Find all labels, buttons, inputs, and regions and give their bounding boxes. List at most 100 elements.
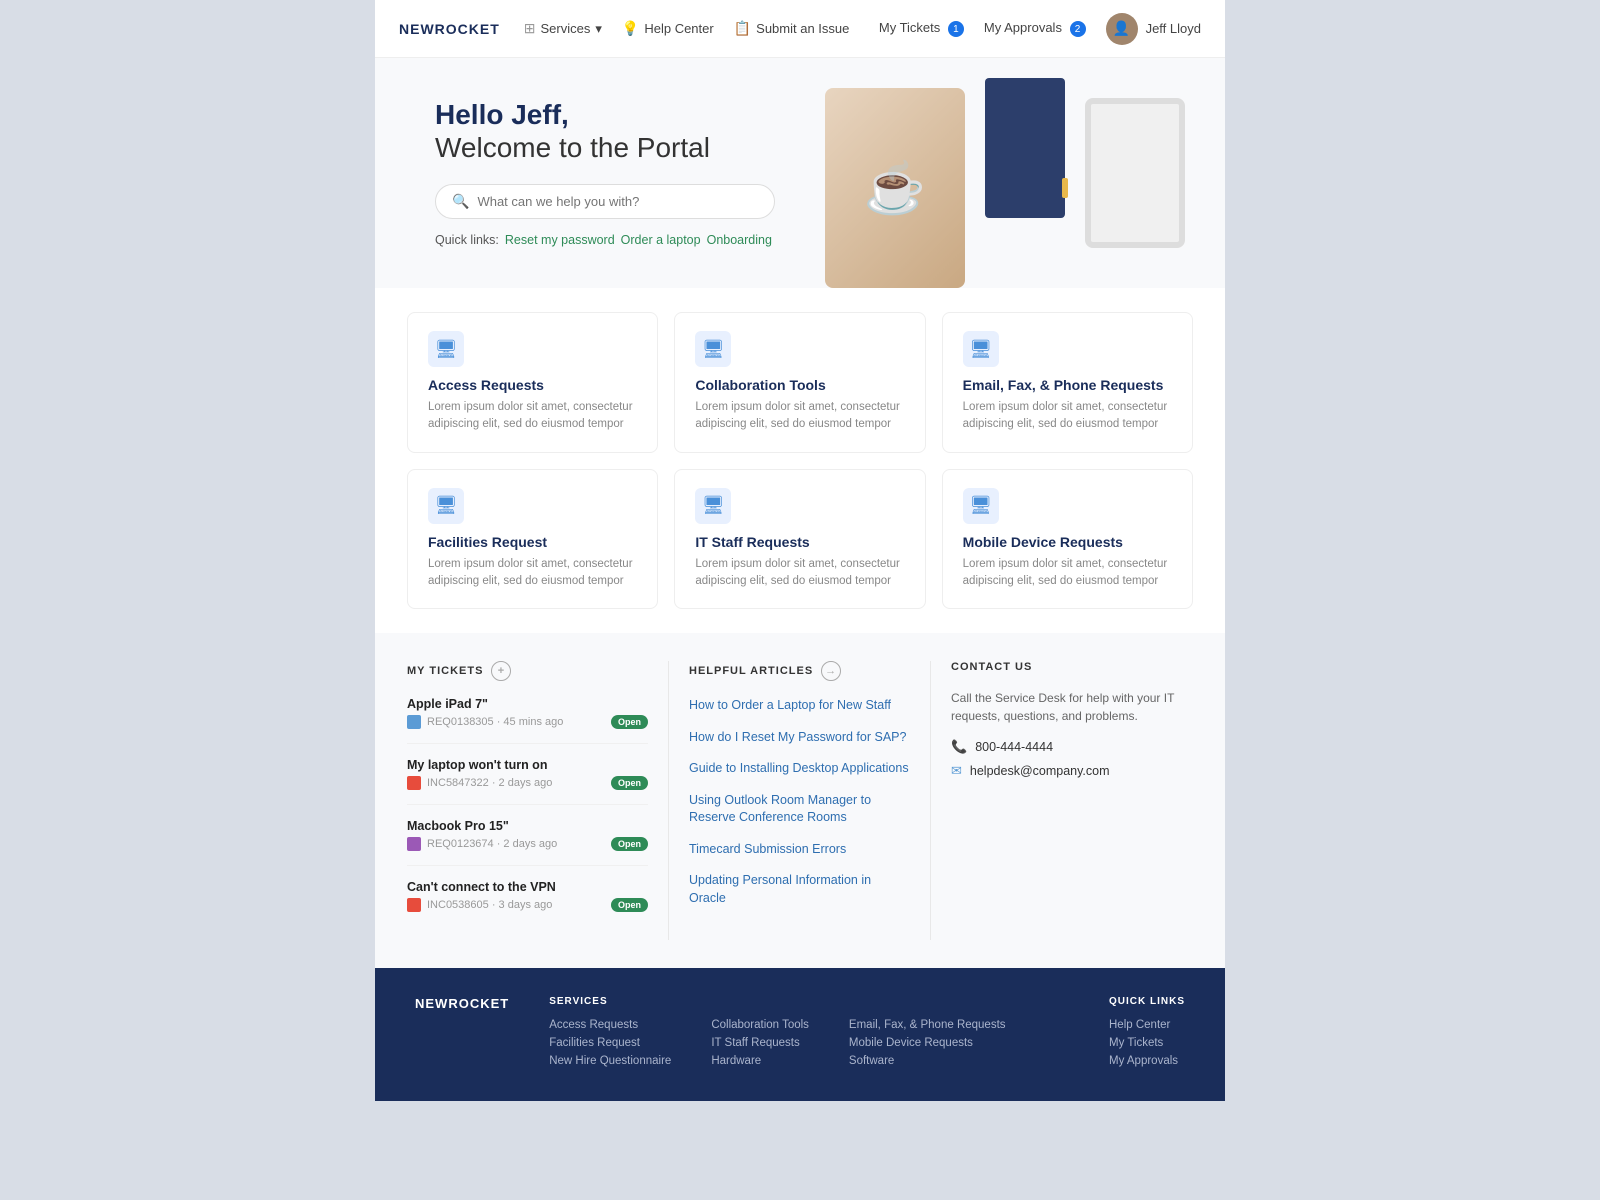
help-center-nav-link[interactable]: 💡 Help Center [622, 20, 714, 37]
ticket-title: Macbook Pro 15" [407, 819, 648, 833]
brand-logo[interactable]: NEWROCKET [399, 21, 500, 37]
service-card-collaboration-tools[interactable]: 🖥 Collaboration Tools Lorem ipsum dolor … [674, 312, 925, 453]
ticket-item[interactable]: Apple iPad 7" REQ0138305 · 45 mins ago O… [407, 697, 648, 744]
email-fax-phone-icon: 🖥 [963, 331, 999, 367]
it-staff-requests-title: IT Staff Requests [695, 534, 904, 550]
article-link[interactable]: How do I Reset My Password for SAP? [689, 729, 910, 747]
article-link[interactable]: How to Order a Laptop for New Staff [689, 697, 910, 715]
my-tickets-section: MY TICKETS + Apple iPad 7" REQ0138305 · … [407, 661, 669, 940]
hero-hand-image: ☕ [825, 88, 965, 288]
services-grid: 🖥 Access Requests Lorem ipsum dolor sit … [407, 312, 1193, 609]
avatar: 👤 [1106, 13, 1138, 45]
mobile-device-requests-desc: Lorem ipsum dolor sit amet, consectetur … [963, 556, 1172, 591]
bottom-section: MY TICKETS + Apple iPad 7" REQ0138305 · … [375, 633, 1225, 968]
footer-quick-links-title: QUICK LINKS [1109, 996, 1185, 1007]
hero-tablet-image [1085, 98, 1185, 248]
service-card-facilities-request[interactable]: 🖥 Facilities Request Lorem ipsum dolor s… [407, 469, 658, 610]
ticket-status-badge: Open [611, 776, 648, 790]
footer-services-title: SERVICES [549, 996, 671, 1007]
footer-link[interactable]: Email, Fax, & Phone Requests [849, 1019, 1006, 1031]
footer-services-col3: Email, Fax, & Phone Requests Mobile Devi… [849, 996, 1006, 1073]
footer-link[interactable]: Hardware [711, 1055, 809, 1067]
services-nav-link[interactable]: ⊞ Services ▾ [524, 20, 602, 37]
email-icon: ✉ [951, 763, 962, 779]
ticket-meta: INC0538605 · 3 days ago Open [407, 898, 648, 912]
article-link-outlook-room[interactable]: Using Outlook Room Manager to Reserve Co… [689, 792, 910, 827]
helpful-articles-title: HELPFUL ARTICLES → [689, 661, 910, 681]
tickets-badge: 1 [948, 21, 964, 37]
hero-notebook-image [985, 78, 1065, 218]
chevron-down-icon: ▾ [595, 21, 602, 37]
article-link[interactable]: Guide to Installing Desktop Applications [689, 760, 910, 778]
user-name: Jeff Lloyd [1146, 21, 1201, 36]
help-icon: 💡 [622, 20, 639, 37]
hero-images: ☕ [825, 68, 1185, 288]
footer-link[interactable]: Collaboration Tools [711, 1019, 809, 1031]
quick-link-reset-password[interactable]: Reset my password [505, 233, 615, 247]
contact-description: Call the Service Desk for help with your… [951, 689, 1193, 725]
nav-links: ⊞ Services ▾ 💡 Help Center 📋 Submit an I… [524, 20, 879, 37]
footer-quick-link[interactable]: My Approvals [1109, 1055, 1185, 1067]
submit-icon: 📋 [734, 20, 751, 37]
logo-text: NEWROCKET [399, 21, 500, 37]
footer-inner: NEWROCKET SERVICES Access Requests Facil… [415, 996, 1185, 1073]
ticket-meta: REQ0123674 · 2 days ago Open [407, 837, 648, 851]
facilities-request-icon: 🖥 [428, 488, 464, 524]
footer-quick-link[interactable]: My Tickets [1109, 1037, 1185, 1049]
search-icon: 🔍 [452, 193, 469, 210]
footer-services-col: SERVICES Access Requests Facilities Requ… [549, 996, 671, 1073]
mobile-device-requests-icon: 🖥 [963, 488, 999, 524]
ticket-id: INC0538605 · 3 days ago [407, 898, 552, 912]
submit-issue-nav-link[interactable]: 📋 Submit an Issue [734, 20, 850, 37]
footer-quick-link[interactable]: Help Center [1109, 1019, 1185, 1031]
service-card-access-requests[interactable]: 🖥 Access Requests Lorem ipsum dolor sit … [407, 312, 658, 453]
footer-quick-links: QUICK LINKS Help Center My Tickets My Ap… [1109, 996, 1185, 1073]
article-link[interactable]: Updating Personal Information in Oracle [689, 872, 910, 907]
quick-link-onboarding[interactable]: Onboarding [707, 233, 772, 247]
tickets-add-icon[interactable]: + [491, 661, 511, 681]
email-fax-phone-title: Email, Fax, & Phone Requests [963, 377, 1172, 393]
ticket-status-badge: Open [611, 715, 648, 729]
footer: NEWROCKET SERVICES Access Requests Facil… [375, 968, 1225, 1101]
search-bar[interactable]: 🔍 [435, 184, 775, 219]
user-menu[interactable]: 👤 Jeff Lloyd [1106, 13, 1201, 45]
ticket-status-badge: Open [611, 898, 648, 912]
quick-link-order-laptop[interactable]: Order a laptop [621, 233, 701, 247]
my-approvals-nav[interactable]: My Approvals 2 [984, 20, 1086, 38]
articles-arrow-icon[interactable]: → [821, 661, 841, 681]
service-card-email-fax-phone[interactable]: 🖥 Email, Fax, & Phone Requests Lorem ips… [942, 312, 1193, 453]
footer-link[interactable]: Software [849, 1055, 1006, 1067]
service-card-mobile-device-requests[interactable]: 🖥 Mobile Device Requests Lorem ipsum dol… [942, 469, 1193, 610]
footer-logo: NEWROCKET [415, 996, 509, 1073]
ticket-type-icon [407, 715, 421, 729]
search-input[interactable] [477, 194, 758, 209]
approvals-badge: 2 [1070, 21, 1086, 37]
ticket-type-icon [407, 837, 421, 851]
phone-number: 800-444-4444 [975, 740, 1053, 754]
helpful-articles-section: HELPFUL ARTICLES → How to Order a Laptop… [669, 661, 931, 940]
my-tickets-nav[interactable]: My Tickets 1 [879, 20, 964, 38]
email-fax-phone-desc: Lorem ipsum dolor sit amet, consectetur … [963, 399, 1172, 434]
footer-link[interactable]: Access Requests [549, 1019, 671, 1031]
footer-link[interactable]: New Hire Questionnaire [549, 1055, 671, 1067]
email-address: helpdesk@company.com [970, 764, 1110, 778]
footer-services-title2 [711, 996, 809, 1007]
services-section: 🖥 Access Requests Lorem ipsum dolor sit … [375, 288, 1225, 633]
footer-services-cols: SERVICES Access Requests Facilities Requ… [549, 996, 1069, 1073]
footer-link[interactable]: Facilities Request [549, 1037, 671, 1049]
footer-link[interactable]: Mobile Device Requests [849, 1037, 1006, 1049]
footer-link[interactable]: IT Staff Requests [711, 1037, 809, 1049]
service-card-it-staff-requests[interactable]: 🖥 IT Staff Requests Lorem ipsum dolor si… [674, 469, 925, 610]
ticket-item[interactable]: My laptop won't turn on INC5847322 · 2 d… [407, 758, 648, 805]
ticket-item[interactable]: Can't connect to the VPN INC0538605 · 3 … [407, 880, 648, 926]
ticket-status-badge: Open [611, 837, 648, 851]
ticket-id: REQ0138305 · 45 mins ago [407, 715, 563, 729]
ticket-type-icon [407, 898, 421, 912]
ticket-item[interactable]: Macbook Pro 15" REQ0123674 · 2 days ago … [407, 819, 648, 866]
collaboration-tools-desc: Lorem ipsum dolor sit amet, consectetur … [695, 399, 904, 434]
article-link[interactable]: Timecard Submission Errors [689, 841, 910, 859]
contact-email[interactable]: ✉ helpdesk@company.com [951, 763, 1193, 779]
phone-icon: 📞 [951, 739, 967, 755]
ticket-type-icon [407, 776, 421, 790]
contact-phone[interactable]: 📞 800-444-4444 [951, 739, 1193, 755]
